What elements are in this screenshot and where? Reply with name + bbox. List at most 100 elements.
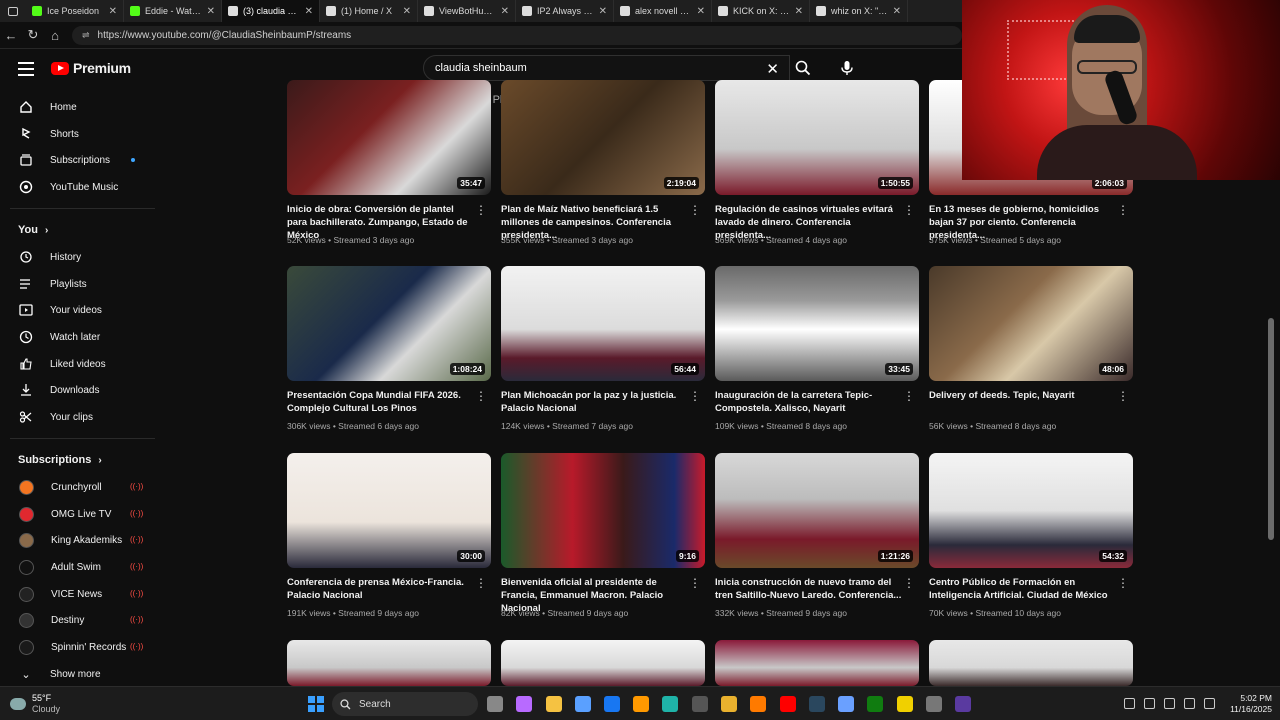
back-icon[interactable]: ← [0, 28, 22, 43]
voice-search-button[interactable] [834, 55, 860, 81]
file-explorer-icon[interactable] [546, 696, 562, 712]
video-thumbnail[interactable] [287, 640, 491, 686]
video-title[interactable]: Inicia construcción de nuevo tramo del t… [715, 576, 903, 602]
show-more-button[interactable]: ⌄ Show more [0, 662, 155, 686]
search-input[interactable]: claudia sheinbaum ✕ [423, 55, 790, 81]
subscription-channel[interactable]: King Akademiks ((·)) [0, 528, 155, 552]
video-thumbnail[interactable]: 9:16 [501, 453, 705, 568]
subscriptions-section-heading[interactable]: Subscriptions › [18, 454, 102, 466]
calculator-icon[interactable] [692, 696, 708, 712]
you-section-heading[interactable]: You › [18, 224, 48, 236]
home-icon[interactable]: ⌂ [44, 28, 66, 43]
sidebar-item-playlists[interactable]: Playlists [0, 272, 155, 296]
sidebar-item-subscriptions[interactable]: Subscriptions [0, 148, 155, 172]
video-thumbnail[interactable]: 33:45 [715, 266, 919, 381]
video-thumbnail[interactable]: 56:44 [501, 266, 705, 381]
more-options-icon[interactable]: ⋮ [1117, 390, 1129, 402]
video-thumbnail[interactable]: 1:08:24 [287, 266, 491, 381]
browser-tab[interactable]: KICK on X: "We g ✕ [712, 0, 810, 22]
subscription-channel[interactable]: Adult Swim ((·)) [0, 555, 155, 579]
app-icon[interactable] [838, 696, 854, 712]
microphone-icon[interactable] [1164, 698, 1175, 709]
sidebar-item-shorts[interactable]: Shorts [0, 122, 155, 146]
close-tab-icon[interactable]: ✕ [403, 6, 411, 17]
video-thumbnail[interactable]: 1:50:55 [715, 80, 919, 195]
obs-icon[interactable] [955, 696, 971, 712]
start-button[interactable] [308, 696, 324, 712]
browser-tab[interactable]: alex novell on X ✕ [614, 0, 712, 22]
chrome-icon[interactable] [721, 696, 737, 712]
video-thumbnail[interactable]: 54:32 [929, 453, 1133, 568]
network-icon[interactable] [1184, 698, 1195, 709]
video-thumbnail[interactable]: 35:47 [287, 80, 491, 195]
video-thumbnail[interactable] [715, 640, 919, 686]
facebook-icon[interactable] [604, 696, 620, 712]
address-bar[interactable]: ⇌ https://www.youtube.com/@ClaudiaSheinb… [72, 25, 962, 45]
copilot-icon[interactable] [516, 696, 532, 712]
video-title[interactable]: Delivery of deeds. Tepic, Nayarit [929, 389, 1117, 402]
subscription-channel[interactable]: VICE News ((·)) [0, 582, 155, 606]
video-title[interactable]: Centro Público de Formación en Inteligen… [929, 576, 1117, 602]
more-options-icon[interactable]: ⋮ [475, 204, 487, 216]
browser-tab[interactable]: whiz on X: "Vaga ✕ [810, 0, 908, 22]
taskbar-search[interactable]: Search [332, 692, 478, 716]
close-tab-icon[interactable]: ✕ [501, 6, 509, 17]
close-tab-icon[interactable]: ✕ [795, 6, 803, 17]
subscription-channel[interactable]: OMG Live TV ((·)) [0, 502, 155, 526]
video-thumbnail[interactable] [929, 640, 1133, 686]
search-button[interactable] [790, 55, 816, 81]
xbox-icon[interactable] [867, 696, 883, 712]
task-view-icon[interactable] [487, 696, 503, 712]
volume-icon[interactable] [1204, 698, 1215, 709]
sidebar-item-your-clips[interactable]: Your clips [0, 405, 155, 429]
close-tab-icon[interactable]: ✕ [697, 6, 705, 17]
video-title[interactable]: Plan Michoacán por la paz y la justicia.… [501, 389, 689, 415]
hamburger-menu-icon[interactable] [18, 62, 34, 76]
more-options-icon[interactable]: ⋮ [903, 204, 915, 216]
more-options-icon[interactable]: ⋮ [689, 390, 701, 402]
notes-icon[interactable] [897, 696, 913, 712]
sidebar-item-watch-later[interactable]: Watch later [0, 325, 155, 349]
sidebar-item-downloads[interactable]: Downloads [0, 378, 155, 402]
video-thumbnail[interactable]: 30:00 [287, 453, 491, 568]
sidebar-item-youtube-music[interactable]: YouTube Music [0, 175, 155, 199]
more-options-icon[interactable]: ⋮ [689, 577, 701, 589]
clear-search-icon[interactable]: ✕ [766, 60, 779, 78]
reload-icon[interactable]: ↻ [22, 27, 44, 43]
steam-icon[interactable] [809, 696, 825, 712]
video-thumbnail[interactable]: 1:21:26 [715, 453, 919, 568]
browser-tab[interactable]: Ice Poseidon ✕ [26, 0, 124, 22]
vlc-icon[interactable] [750, 696, 766, 712]
chevron-up-icon[interactable] [1124, 698, 1135, 709]
more-options-icon[interactable]: ⋮ [1117, 577, 1129, 589]
subscription-channel[interactable]: Crunchyroll ((·)) [0, 475, 155, 499]
close-tab-icon[interactable]: ✕ [893, 6, 901, 17]
subscription-channel[interactable]: Spinnin' Records ((·)) [0, 635, 155, 659]
tab-menu-icon[interactable] [0, 0, 26, 22]
subscription-channel[interactable]: Destiny ((·)) [0, 608, 155, 632]
store-icon[interactable] [575, 696, 591, 712]
video-title[interactable]: Presentación Copa Mundial FIFA 2026. Com… [287, 389, 475, 415]
youtube-icon[interactable] [780, 696, 796, 712]
video-title[interactable]: Conferencia de prensa México-Francia. Pa… [287, 576, 475, 602]
browser-tab[interactable]: (1) Home / X ✕ [320, 0, 418, 22]
close-tab-icon[interactable]: ✕ [207, 6, 215, 17]
page-scrollbar[interactable] [1268, 318, 1274, 540]
browser-tab[interactable]: ViewBotHunter ✕ [418, 0, 516, 22]
system-clock[interactable]: 5:02 PM 11/16/2025 [1222, 693, 1272, 715]
sidebar-item-home[interactable]: Home [0, 95, 155, 119]
sidebar-item-history[interactable]: History [0, 245, 155, 269]
video-thumbnail[interactable] [501, 640, 705, 686]
close-tab-icon[interactable]: ✕ [599, 6, 607, 17]
edge-icon[interactable] [662, 696, 678, 712]
browser-tab[interactable]: (3) claudia shein ✕ [222, 0, 320, 22]
youtube-logo[interactable]: Premium [51, 60, 131, 76]
video-title[interactable]: Inauguración de la carretera Tepic-Compo… [715, 389, 903, 415]
more-options-icon[interactable]: ⋮ [689, 204, 701, 216]
settings-icon[interactable] [926, 696, 942, 712]
sidebar-item-liked-videos[interactable]: Liked videos [0, 352, 155, 376]
sidebar-item-your-videos[interactable]: Your videos [0, 298, 155, 322]
more-options-icon[interactable]: ⋮ [903, 577, 915, 589]
browser-tab[interactable]: IP2 Always Wins ✕ [516, 0, 614, 22]
amazon-icon[interactable] [633, 696, 649, 712]
